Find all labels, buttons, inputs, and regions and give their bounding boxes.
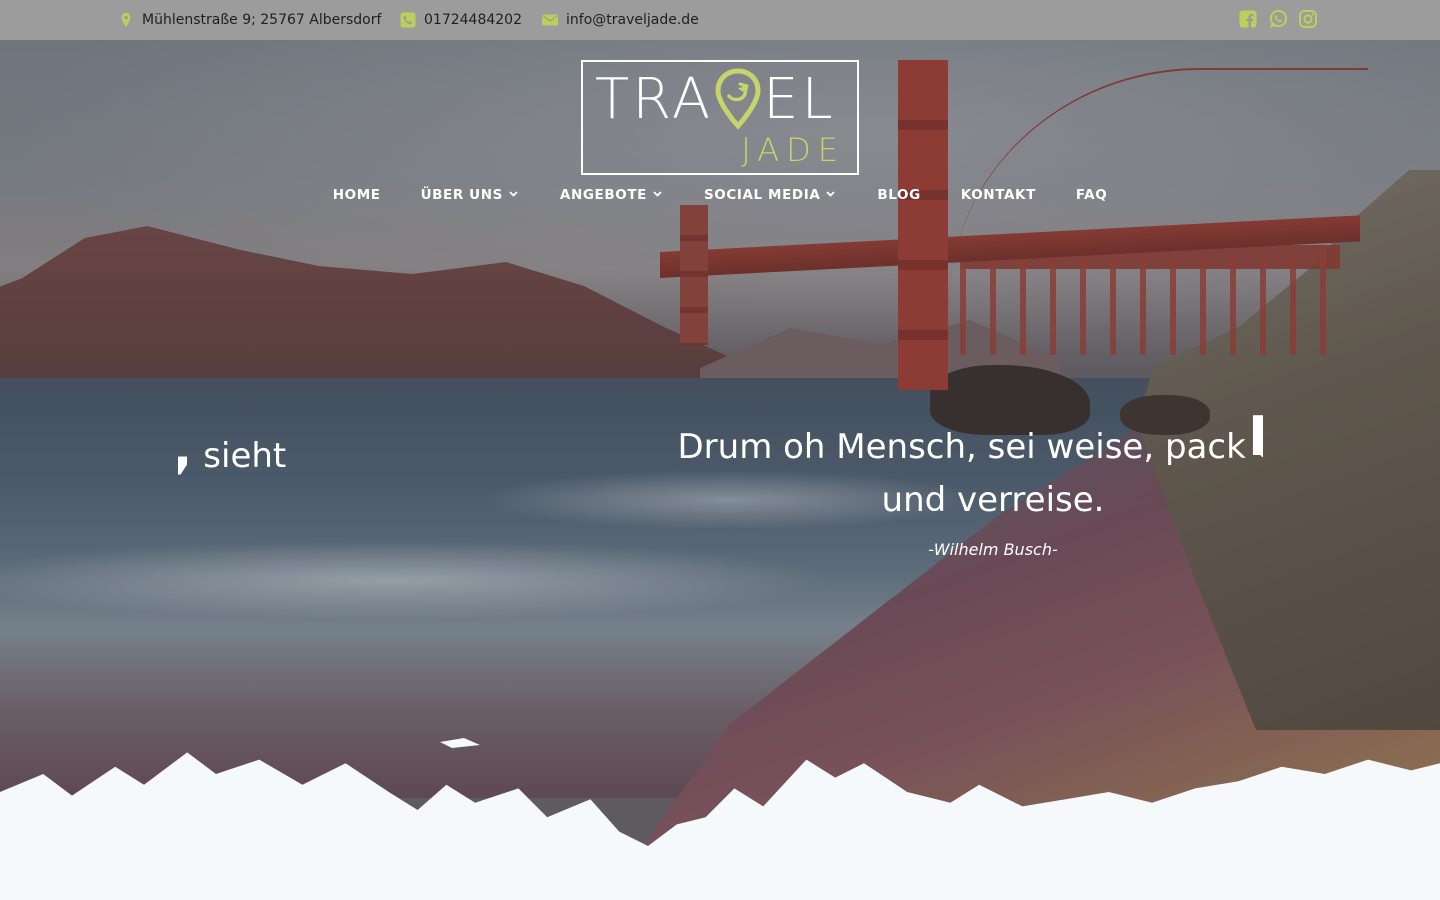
nav-kontakt-label[interactable]: KONTAKT [961,187,1036,203]
site-logo[interactable]: TRA EL JADE [581,60,859,175]
chevron-down-icon [653,189,662,200]
nav-blog[interactable]: BLOG [877,184,920,206]
slide-next-fragment: I [1248,405,1263,468]
nav-angebote-label[interactable]: ANGEBOTE [560,187,647,203]
nav-ueber-uns-label[interactable]: ÜBER UNS [421,187,503,203]
quote-slider[interactable]: st, sieht Drum oh Mensch, sei weise, pac… [178,395,1263,575]
phone-text[interactable]: 01724484202 [424,12,522,28]
map-pin-icon [118,12,134,28]
nav-social-media-label[interactable]: SOCIAL MEDIA [704,187,820,203]
nav-blog-label[interactable]: BLOG [877,187,920,203]
top-contact-bar: Mühlenstraße 9; 25767 Albersdorf 0172448… [0,0,1440,40]
slide-quote: Drum oh Mensch, sei weise, pack die und … [560,421,1263,527]
address-item: Mühlenstraße 9; 25767 Albersdorf [118,0,381,40]
nav-ueber-uns[interactable]: ÜBER UNS [421,184,518,206]
phone-icon [400,12,416,28]
nav-faq[interactable]: FAQ [1076,184,1107,206]
email-text[interactable]: info@traveljade.de [566,12,699,28]
email-item[interactable]: info@traveljade.de [542,0,699,40]
social-links [1238,9,1318,29]
slide-previous-fragment: st, sieht [178,417,286,480]
location-pin-icon [714,68,762,130]
nav-home-label[interactable]: HOME [333,187,381,203]
chevron-down-icon [509,189,518,200]
slide-previous-text: sieht [203,436,287,476]
quote-line-2: und verreise. [881,480,1105,520]
quote-author: -Wilhelm Busch- [928,540,1058,559]
main-navigation: HOME ÜBER UNS ANGEBOTE SOCIAL MEDIA BLOG… [0,184,1440,206]
slide-previous-big-text: st, [178,417,192,480]
nav-home[interactable]: HOME [333,184,381,206]
instagram-icon[interactable] [1298,9,1318,29]
logo-subword: JADE [741,131,845,169]
chevron-down-icon [826,189,836,200]
facebook-icon[interactable] [1238,9,1258,29]
nav-angebote[interactable]: ANGEBOTE [560,184,662,206]
envelope-icon [542,12,558,28]
whatsapp-icon[interactable] [1268,9,1288,29]
nav-social-media[interactable]: SOCIAL MEDIA [704,184,836,206]
nav-faq-label[interactable]: FAQ [1076,187,1107,203]
phone-item[interactable]: 01724484202 [400,0,522,40]
quote-line-1: Drum oh Mensch, sei weise, pack die [677,427,1263,467]
nav-kontakt[interactable]: KONTAKT [961,184,1036,206]
address-text: Mühlenstraße 9; 25767 Albersdorf [142,12,382,28]
